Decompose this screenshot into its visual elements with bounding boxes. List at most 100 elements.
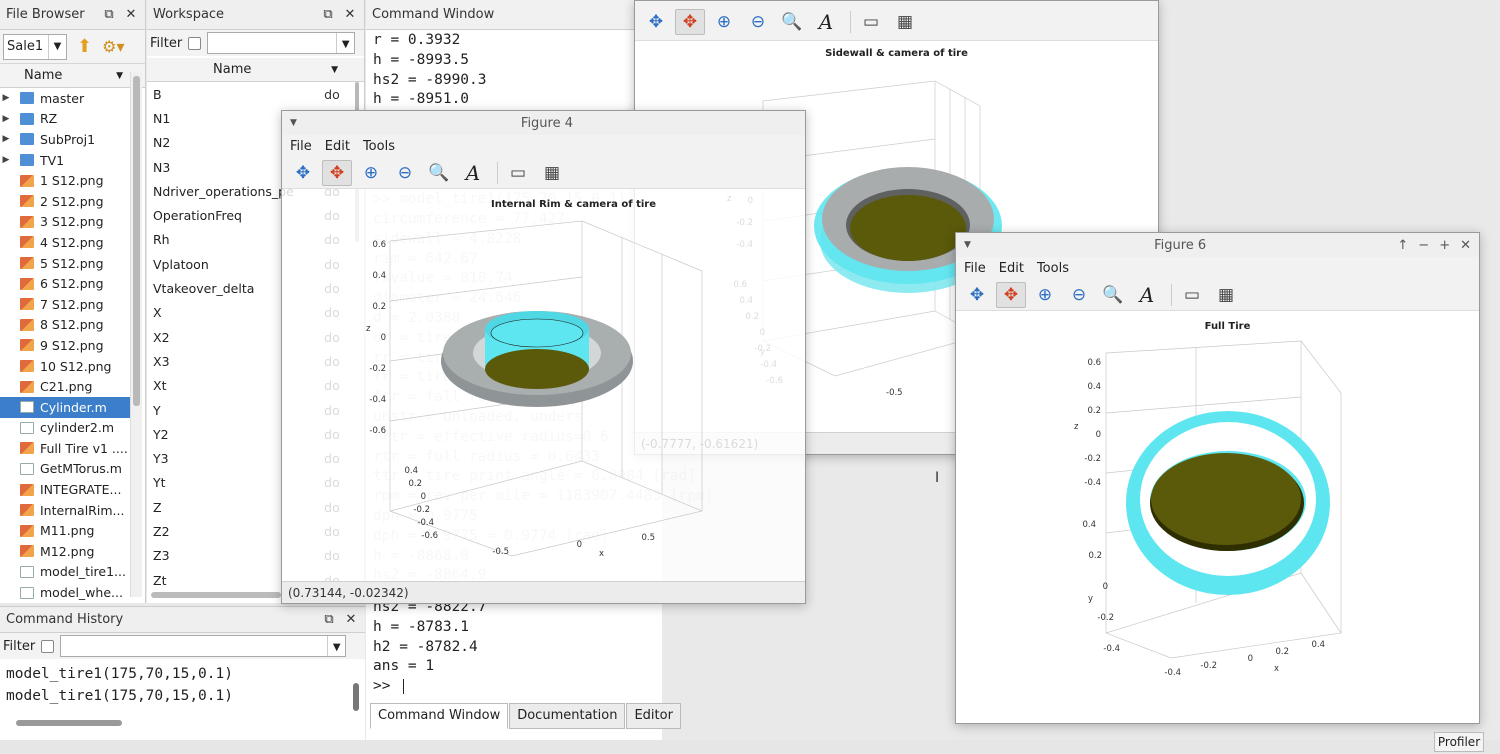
close-icon[interactable]: ✕ [123,7,139,22]
file-list-item[interactable]: ▶ SubProj1 [0,129,130,150]
workspace-column-header[interactable]: Name ▼ [147,58,364,82]
sort-chevron-icon[interactable]: ▼ [116,71,123,81]
tab-editor[interactable]: Editor [626,703,681,729]
file-list-item[interactable]: model_whe... [0,582,130,603]
insert-text-icon[interactable]: A [811,9,841,35]
filter-checkbox[interactable] [41,639,55,653]
file-list-item[interactable]: ▶ master [0,88,130,109]
path-combo[interactable]: Sale1 ▼ [3,33,67,60]
profiler-button[interactable]: Profiler [1434,732,1484,752]
file-list-item[interactable]: C21.png [0,376,130,397]
file-list-item[interactable]: 4 S12.png [0,232,130,253]
close-icon[interactable]: ✕ [342,7,358,22]
file-list-item[interactable]: 1 S12.png [0,170,130,191]
window-menu-icon[interactable]: ▼ [290,118,297,128]
zoom-icon[interactable]: 🔍 [1098,282,1128,308]
expand-arrow-icon[interactable]: ▶ [0,114,12,124]
scroll-thumb[interactable] [353,683,359,711]
file-list-item[interactable]: 5 S12.png [0,253,130,274]
pan-icon[interactable]: ✥ [641,9,671,35]
file-list-item[interactable]: 2 S12.png [0,191,130,212]
window-menu-icon[interactable]: ▼ [964,240,971,250]
grid-icon[interactable]: ▦ [1211,282,1241,308]
tab-command-window[interactable]: Command Window [370,703,509,729]
tab-documentation[interactable]: Documentation [509,703,626,729]
filter-input[interactable]: ▼ [207,32,356,54]
file-list-item[interactable]: M11.png [0,520,130,541]
chevron-down-icon[interactable]: ▼ [48,34,66,59]
legend-icon[interactable]: ▭ [1177,282,1207,308]
command-prompt[interactable]: >> [373,678,405,694]
zoom-in-icon[interactable]: ⊕ [356,160,386,186]
chevron-down-icon[interactable]: ▼ [336,33,354,53]
file-list-item[interactable]: InternalRim... [0,500,130,521]
zoom-out-icon[interactable]: ⊖ [390,160,420,186]
menu-edit[interactable]: Edit [325,139,350,154]
history-entry[interactable]: model_tire1(175,70,15,0.1) [6,663,233,685]
maximize-icon[interactable]: + [1439,238,1450,253]
file-list-item[interactable]: 7 S12.png [0,294,130,315]
zoom-icon[interactable]: 🔍 [777,9,807,35]
file-browser-column-header[interactable]: Name ▼ [0,64,145,88]
close-icon[interactable]: ✕ [1460,238,1471,253]
figure-6-window[interactable]: ▼ Figure 6 ↑ − + ✕ File Edit Tools ✥ ✥ ⊕ ⊖… [955,232,1480,724]
undock-icon[interactable]: ⧉ [320,7,336,22]
insert-text-icon[interactable]: A [1132,282,1162,308]
undock-icon[interactable]: ⧉ [101,7,117,22]
menu-file[interactable]: File [964,261,986,276]
variable-row[interactable]: Bdo [153,82,353,106]
maximize-up-icon[interactable]: ↑ [1397,238,1408,253]
sort-chevron-icon[interactable]: ▼ [331,65,338,75]
history-scrollbar[interactable] [351,663,361,723]
file-list-item[interactable]: 6 S12.png [0,273,130,294]
zoom-in-icon[interactable]: ⊕ [1030,282,1060,308]
menu-tools[interactable]: Tools [363,139,395,154]
filter-checkbox[interactable] [188,36,202,50]
horizontal-scrollbar[interactable] [16,720,122,726]
expand-arrow-icon[interactable]: ▶ [0,155,12,165]
close-icon[interactable]: ✕ [343,612,359,627]
chevron-down-icon[interactable]: ▼ [327,636,345,656]
file-browser-scrollbar[interactable] [130,72,142,597]
legend-icon[interactable]: ▭ [503,160,533,186]
zoom-in-icon[interactable]: ⊕ [709,9,739,35]
rotate-icon[interactable]: ✥ [996,281,1026,308]
menu-file[interactable]: File [290,139,312,154]
file-list-item[interactable]: 3 S12.png [0,212,130,233]
file-list-item[interactable]: M12.png [0,541,130,562]
file-list-item[interactable]: GetMTorus.m [0,459,130,480]
minimize-icon[interactable]: − [1418,238,1429,253]
rotate-icon[interactable]: ✥ [322,159,352,186]
rotate-icon[interactable]: ✥ [675,8,705,35]
figure-4-window[interactable]: ▼ Figure 4 File Edit Tools ✥ ✥ ⊕ ⊖ 🔍 A ▭ ▦… [281,110,806,604]
file-list-item[interactable]: model_tire1... [0,562,130,583]
file-list-item[interactable]: INTEGRATE... [0,479,130,500]
menu-edit[interactable]: Edit [999,261,1024,276]
grid-icon[interactable]: ▦ [537,160,567,186]
zoom-icon[interactable]: 🔍 [424,160,454,186]
file-list-item[interactable]: 10 S12.png [0,356,130,377]
pan-icon[interactable]: ✥ [288,160,318,186]
file-list-item[interactable]: ▶ TV1 [0,150,130,171]
figure-4-axes[interactable]: 0.6 0.4 0.2 0 -0.2 -0.4 -0.6 0.4 0.2 0 -0.2 -0.4 -0… [282,211,807,581]
file-list-item[interactable]: ▶ RZ [0,109,130,130]
folder-settings-icon[interactable]: ⚙▾ [102,37,124,56]
file-list-item[interactable]: cylinder2.m [0,418,130,439]
expand-arrow-icon[interactable]: ▶ [0,134,12,144]
history-filter-input[interactable]: ▼ [60,635,347,657]
file-list-item[interactable]: 8 S12.png [0,315,130,336]
pan-icon[interactable]: ✥ [962,282,992,308]
horizontal-scrollbar[interactable] [151,592,281,598]
figure-6-axes[interactable]: 0.60.40.20-0.2-0.4 0.40.20-0.2-0.4 -0.4-… [956,333,1481,703]
zoom-out-icon[interactable]: ⊖ [743,9,773,35]
expand-arrow-icon[interactable]: ▶ [0,93,12,103]
undock-icon[interactable]: ⧉ [321,612,337,627]
folder-up-icon[interactable]: ⬆ [77,36,92,57]
zoom-out-icon[interactable]: ⊖ [1064,282,1094,308]
grid-icon[interactable]: ▦ [890,9,920,35]
legend-icon[interactable]: ▭ [856,9,886,35]
file-list-item[interactable]: Full Tire v1 .... [0,438,130,459]
history-entry[interactable]: model_tire1(175,70,15,0.1) [6,685,233,707]
file-list-item[interactable]: 9 S12.png [0,335,130,356]
insert-text-icon[interactable]: A [458,160,488,186]
